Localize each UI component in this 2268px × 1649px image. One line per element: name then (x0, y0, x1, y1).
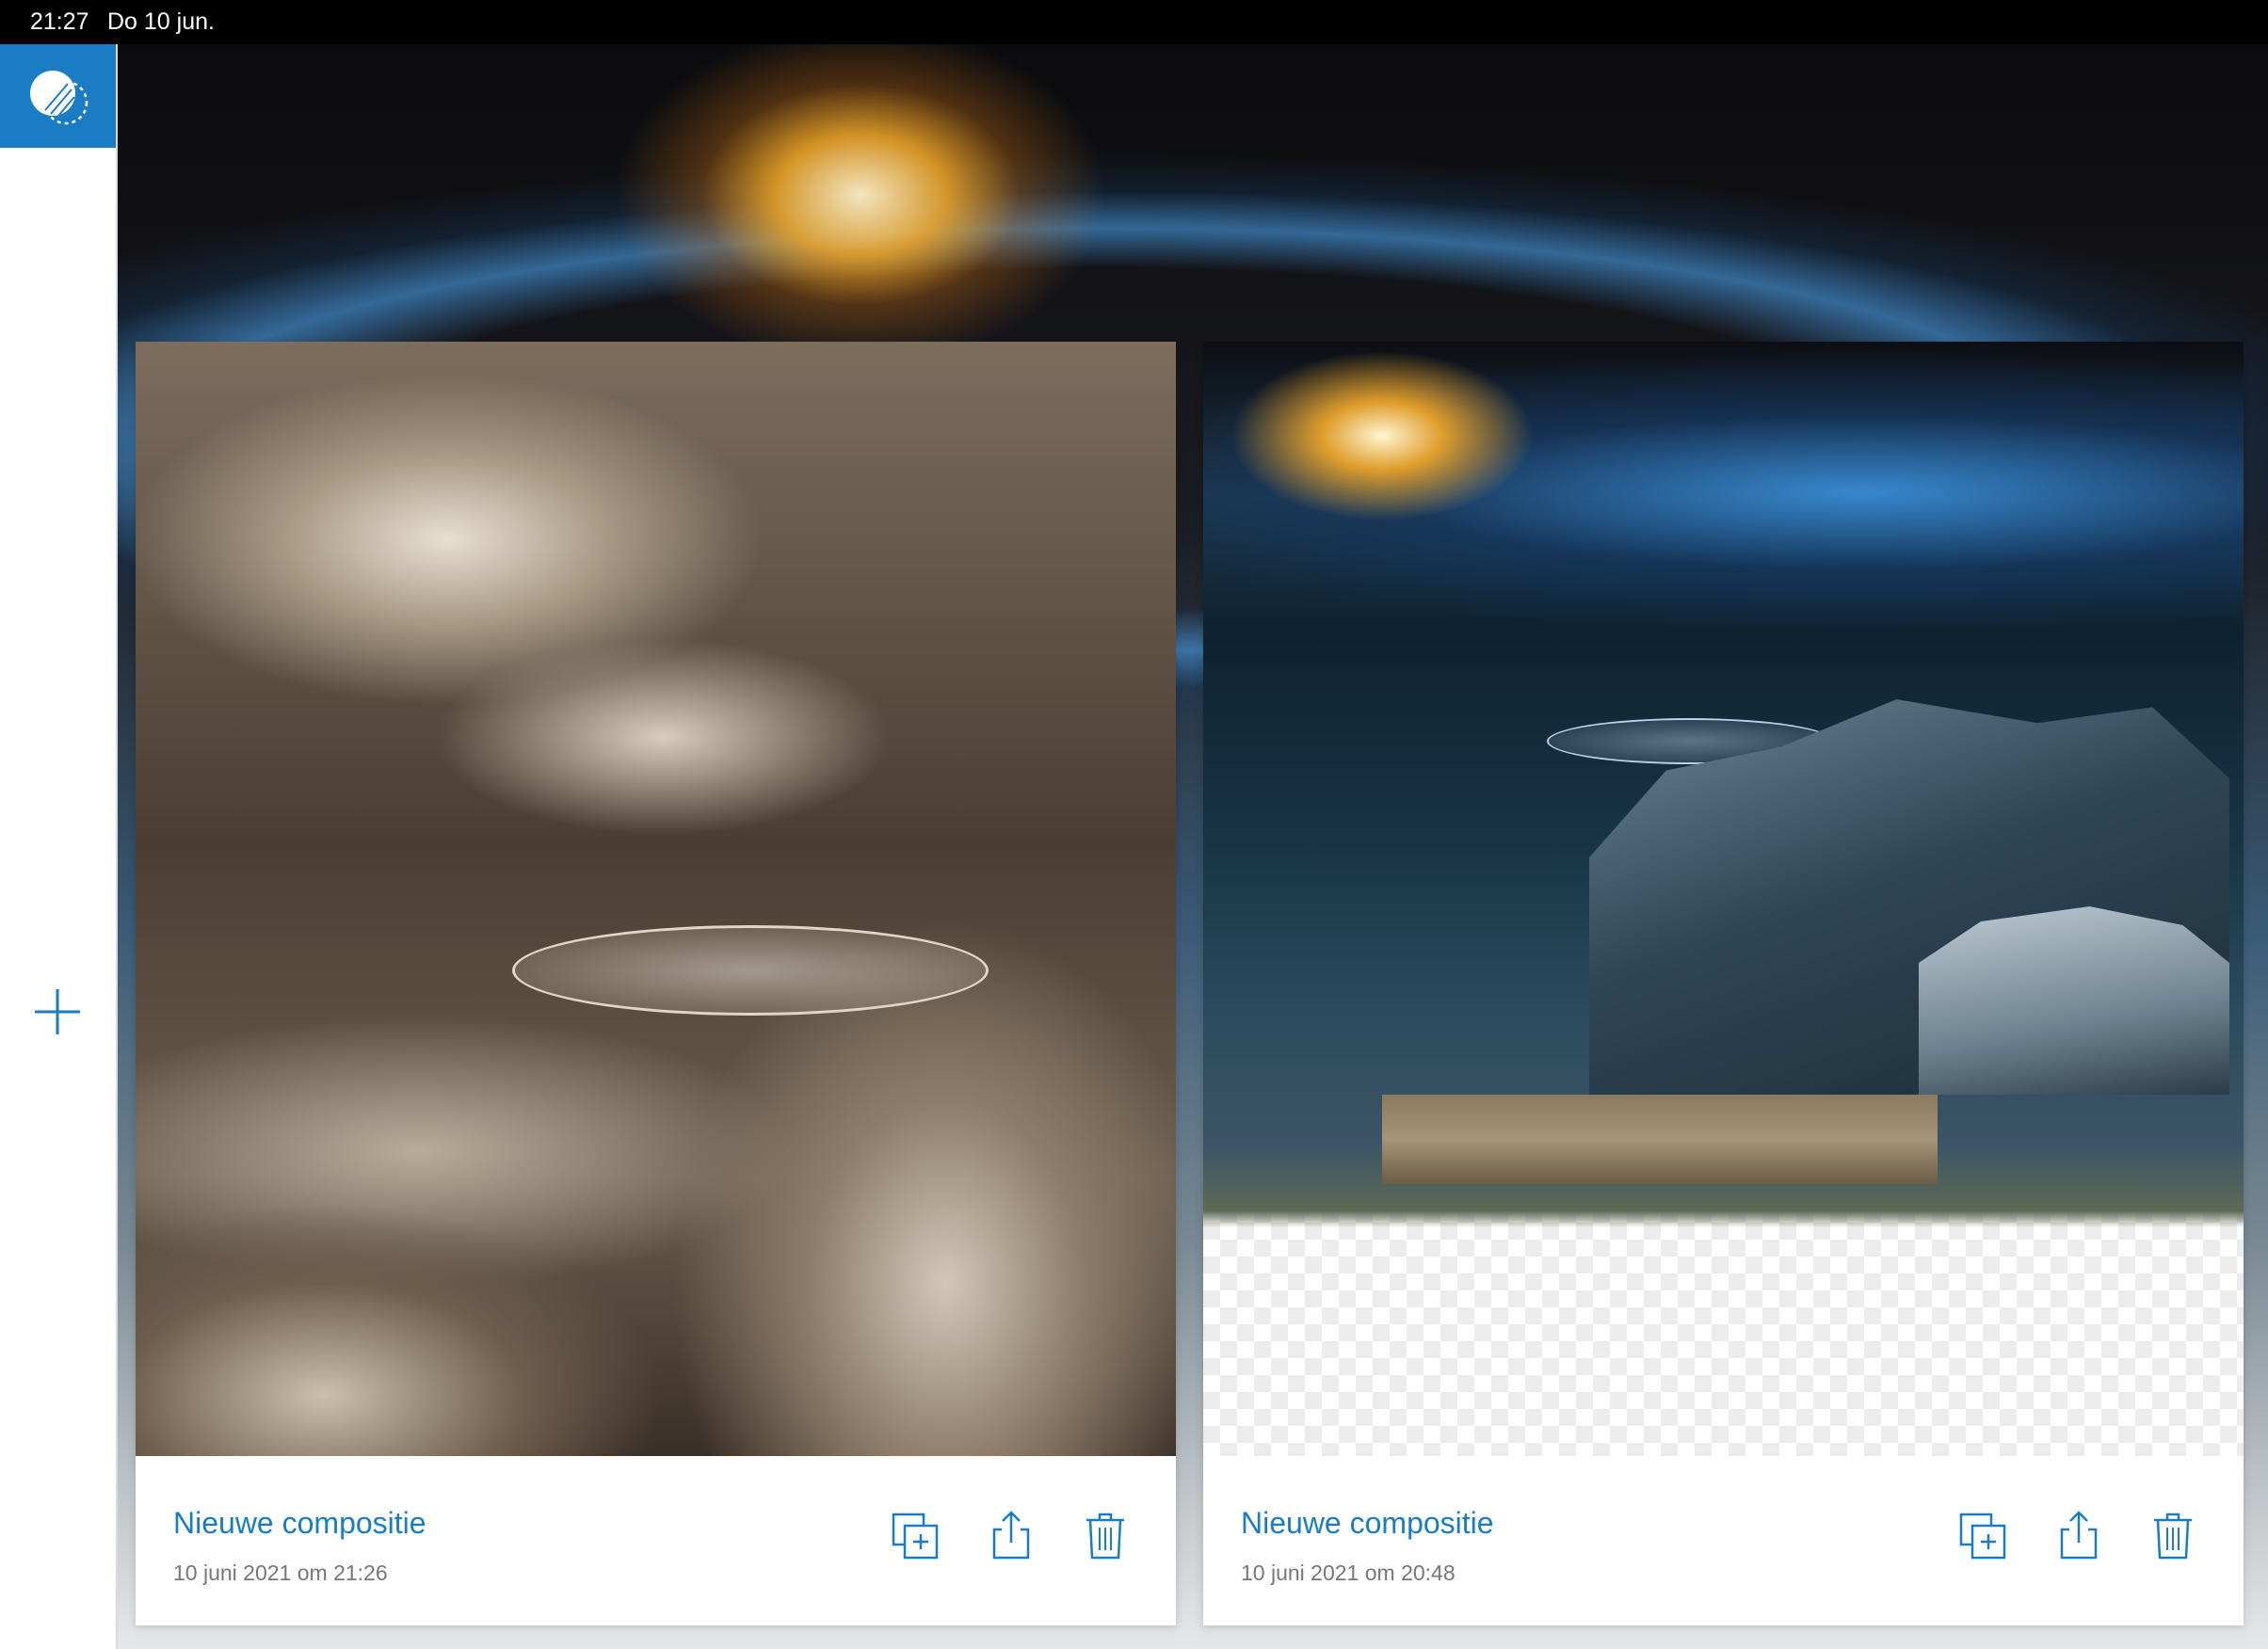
delete-button[interactable] (1079, 1509, 1132, 1561)
duplicate-button[interactable] (1957, 1509, 2010, 1561)
thumbnail-ground-shape (1382, 1095, 1938, 1184)
trash-icon (1086, 1513, 1124, 1560)
duplicate-icon (1959, 1513, 2006, 1560)
project-card[interactable]: Nieuwe compositie 10 juni 2021 om 21:26 (136, 342, 1176, 1625)
app-logo-icon (30, 71, 88, 125)
share-icon (2060, 1511, 2098, 1560)
duplicate-icon (892, 1513, 939, 1560)
delete-button[interactable] (2147, 1509, 2199, 1561)
plus-icon (35, 989, 80, 1034)
project-date: 10 juni 2021 om 20:48 (1241, 1561, 1456, 1585)
thumbnail-ufo-shape (512, 925, 989, 1016)
share-button[interactable] (2052, 1509, 2105, 1561)
project-card[interactable]: Nieuwe compositie 10 juni 2021 om 20:48 (1203, 342, 2244, 1625)
status-date: Do 10 jun. (107, 8, 215, 35)
status-bar: 21:27 Do 10 jun. (0, 0, 2268, 44)
project-thumbnail[interactable] (1203, 342, 2244, 1456)
share-button[interactable] (985, 1509, 1037, 1561)
project-title[interactable]: Nieuwe compositie (173, 1506, 426, 1541)
duplicate-button[interactable] (890, 1509, 942, 1561)
status-time: 21:27 (30, 8, 89, 35)
trash-icon (2154, 1513, 2192, 1560)
project-thumbnail[interactable] (136, 342, 1176, 1456)
project-title[interactable]: Nieuwe compositie (1241, 1506, 1494, 1541)
share-icon (992, 1511, 1030, 1560)
project-date: 10 juni 2021 om 21:26 (173, 1561, 388, 1585)
thumbnail-rock-shape (1919, 906, 2229, 1095)
add-project-button[interactable] (31, 985, 84, 1038)
app-logo-button[interactable] (0, 44, 116, 148)
sidebar (0, 44, 118, 1649)
